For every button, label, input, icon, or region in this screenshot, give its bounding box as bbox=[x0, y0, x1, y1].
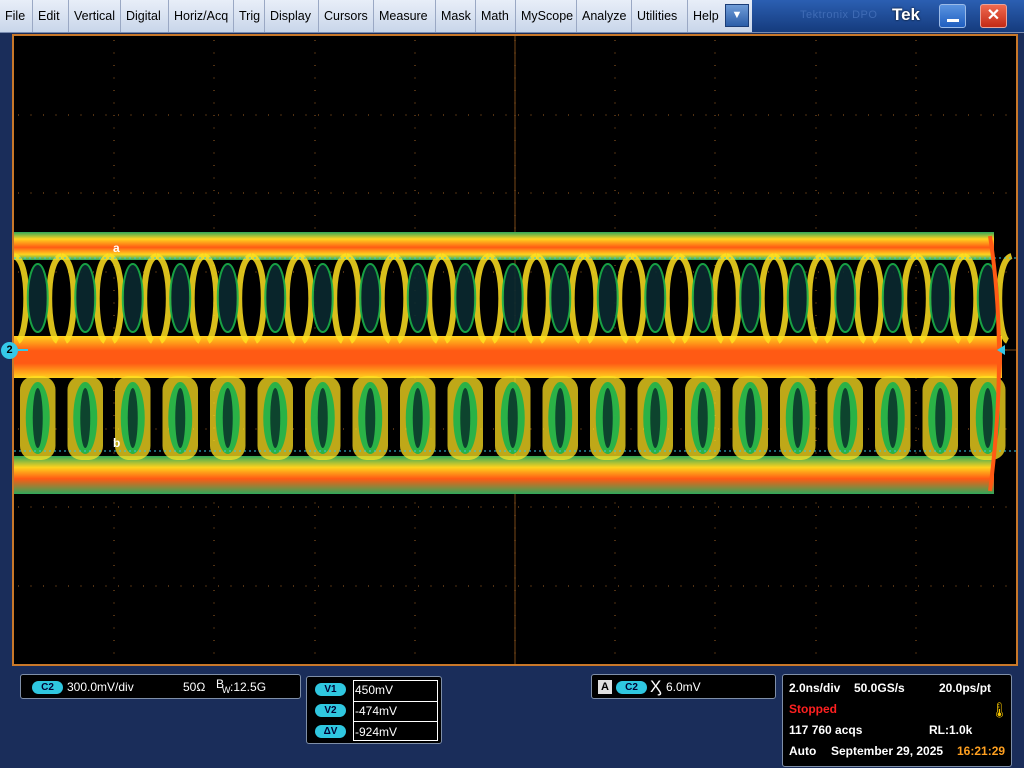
channel-2-marker[interactable]: 2 bbox=[1, 342, 18, 359]
menu-edit[interactable]: Edit bbox=[33, 0, 69, 32]
menu-vertical[interactable]: Vertical bbox=[69, 0, 121, 32]
menu-measure[interactable]: Measure bbox=[374, 0, 436, 32]
trigger-level: 6.0mV bbox=[666, 680, 701, 694]
cursor-delta-badge: ΔV bbox=[315, 725, 346, 738]
cursor-readout[interactable]: V1 450mV V2 -474mV ΔV -924mV bbox=[306, 676, 442, 744]
menu-horiz-acq[interactable]: Horiz/Acq bbox=[169, 0, 234, 32]
trigger-edge-icon: Ӽ bbox=[650, 677, 662, 696]
eye-diagram bbox=[14, 36, 1016, 664]
acq-time: 16:21:29 bbox=[957, 744, 1006, 758]
record-length: RL:1.0k bbox=[929, 723, 973, 737]
acquisition-readout[interactable]: 2.0ns/div 50.0GS/s 20.0ps/pt Stopped 🌡 1… bbox=[782, 674, 1012, 767]
eye-pattern bbox=[14, 232, 1016, 494]
minimize-icon[interactable] bbox=[939, 4, 966, 28]
time-per-div: 2.0ns/div bbox=[789, 681, 841, 695]
time-resolution: 20.0ps/pt bbox=[939, 681, 992, 695]
cursor-delta-value: -924mV bbox=[355, 725, 398, 739]
acq-date: September 29, 2025 bbox=[831, 744, 944, 758]
cursor-a-label[interactable]: a bbox=[113, 241, 120, 255]
bandwidth-value: :12.5G bbox=[230, 680, 267, 694]
sample-rate: 50.0GS/s bbox=[854, 681, 905, 695]
channel-2-arrow bbox=[18, 349, 28, 351]
cursor-b-label[interactable]: b bbox=[113, 436, 120, 450]
acquisition-count: 117 760 acqs bbox=[789, 723, 863, 737]
vertical-scale: 300.0mV/div bbox=[67, 680, 134, 694]
channel-badge: C2 bbox=[32, 681, 63, 694]
menu-mask[interactable]: Mask bbox=[436, 0, 476, 32]
thermometer-icon: 🌡 bbox=[990, 702, 1010, 719]
menu-display[interactable]: Display bbox=[265, 0, 319, 32]
menu-file[interactable]: File bbox=[0, 0, 33, 32]
menu-myscope[interactable]: MyScope bbox=[516, 0, 577, 32]
menu-cursors[interactable]: Cursors bbox=[319, 0, 374, 32]
menu-digital[interactable]: Digital bbox=[121, 0, 169, 32]
trigger-level-marker[interactable] bbox=[997, 345, 1005, 355]
menu-utilities[interactable]: Utilities bbox=[632, 0, 688, 32]
menu-analyze[interactable]: Analyze bbox=[577, 0, 632, 32]
trigger-readout[interactable]: A C2 Ӽ 6.0mV bbox=[591, 674, 776, 699]
window-title: Tektronix DPO bbox=[800, 9, 878, 21]
menu-math[interactable]: Math bbox=[476, 0, 516, 32]
channel-readout[interactable]: C2 300.0mV/div 50Ω B W :12.5G bbox=[20, 674, 301, 699]
tek-logo: Tek bbox=[891, 5, 921, 24]
menu-bar: File Edit Vertical Digital Horiz/Acq Tri… bbox=[0, 0, 1024, 33]
close-icon[interactable]: ✕ bbox=[980, 4, 1007, 28]
menu-trig[interactable]: Trig bbox=[234, 0, 265, 32]
trigger-channel-badge: C2 bbox=[616, 681, 647, 694]
chevron-down-icon[interactable]: ▼ bbox=[725, 4, 749, 27]
cursor-v2-value: -474mV bbox=[355, 704, 398, 718]
input-impedance: 50Ω bbox=[183, 680, 206, 694]
waveform-display[interactable]: a b bbox=[12, 34, 1018, 666]
acq-status: Stopped bbox=[789, 702, 837, 716]
trigger-mode-badge: A bbox=[598, 680, 612, 694]
menu-help[interactable]: Help bbox=[688, 0, 723, 32]
cursor-v2-badge: V2 bbox=[315, 704, 346, 717]
trigger-mode: Auto bbox=[789, 744, 817, 758]
cursor-v1-value: 450mV bbox=[355, 683, 394, 697]
cursor-v1-badge: V1 bbox=[315, 683, 346, 696]
